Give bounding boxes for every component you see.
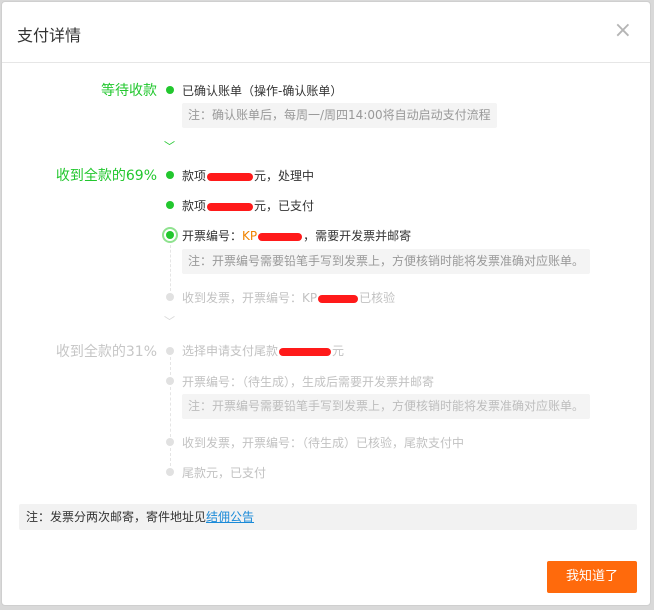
step-final-invoice-received: 收到发票，开票编号：（待生成）已核验，尾款支付中 [182, 436, 465, 450]
close-icon[interactable]: × [614, 20, 632, 42]
step-payment-processing: 款项 元，处理中 [182, 167, 314, 184]
stage-label-31: 收到全款的31% [55, 344, 157, 360]
step-final-paid: 尾款元，已支付 [182, 466, 267, 480]
step-confirm-bill: 已确认账单（操作-确认账单） [182, 84, 343, 98]
redacted-code [258, 232, 303, 241]
step-text: 款项 [182, 199, 207, 213]
note-confirm-bill: 注：确认账单后，每周一/周四14:00将自动启动支付流程 [182, 103, 497, 128]
invoice-code: KP [242, 229, 258, 243]
step-dot [166, 293, 174, 301]
step-text: 已核验 [359, 291, 396, 305]
step-text: ，需要开发票并邮寄 [303, 229, 412, 243]
notice-link[interactable]: 结佣公告 [206, 510, 254, 524]
step-text: 款项 [182, 169, 207, 183]
step-invoice-number: 开票编号：KP ，需要开发票并邮寄 [182, 227, 411, 244]
step-dot [166, 171, 174, 179]
step-text: 开票编号： [182, 229, 243, 243]
step-dot [166, 201, 174, 209]
dialog-header: 支付详情 × [2, 2, 650, 63]
footer-note: 注：发票分两次邮寄，寄件地址见结佣公告 [19, 504, 637, 530]
timeline-connector [170, 387, 171, 437]
note-invoice-pending: 注：开票编号需要铅笔手写到发票上，方便核销时能将发票准确对应账单。 [182, 394, 591, 419]
step-text: 选择申请支付尾款 [182, 344, 279, 358]
redacted-amount [279, 347, 332, 356]
step-invoice-pending: 开票编号：（待生成），生成后需要开发票并邮寄 [182, 375, 435, 389]
stage-label-waiting: 等待收款 [101, 83, 157, 99]
footer-note-text: 注：发票分两次邮寄，寄件地址见 [26, 510, 207, 524]
redacted-code [318, 294, 359, 303]
step-payment-paid: 款项 元，已支付 [182, 197, 314, 214]
step-text: 收到发票，开票编号：KP [182, 291, 318, 305]
step-dot [166, 86, 174, 94]
current-step-dot [166, 231, 174, 239]
payment-detail-dialog: 支付详情 × 等待收款 已确认账单（操作-确认账单） 注：确认账单后，每周一/周… [1, 1, 651, 606]
step-dot [166, 468, 174, 476]
step-dot [166, 377, 174, 385]
dialog-title: 支付详情 [17, 26, 82, 45]
step-apply-final: 选择申请支付尾款 元 [182, 342, 344, 359]
redacted-amount [207, 202, 254, 211]
timeline-connector [170, 448, 171, 466]
step-text: 元，处理中 [254, 169, 315, 183]
redacted-amount [207, 172, 254, 181]
step-text: 元，已支付 [254, 199, 315, 213]
timeline-connector [170, 357, 171, 375]
step-text: 元 [332, 344, 345, 358]
chevron-down-icon: ﹀ [164, 140, 175, 153]
timeline-connector [170, 245, 171, 291]
step-invoice-received: 收到发票，开票编号：KP 已核验 [182, 289, 395, 306]
stage-label-69: 收到全款的69% [55, 168, 157, 184]
note-invoice: 注：开票编号需要铅笔手写到发票上，方便核销时能将发票准确对应账单。 [182, 249, 591, 274]
step-dot [166, 438, 174, 446]
step-dot [166, 347, 174, 355]
ok-button[interactable]: 我知道了 [547, 561, 637, 593]
chevron-down-icon: ﹀ [164, 315, 175, 328]
